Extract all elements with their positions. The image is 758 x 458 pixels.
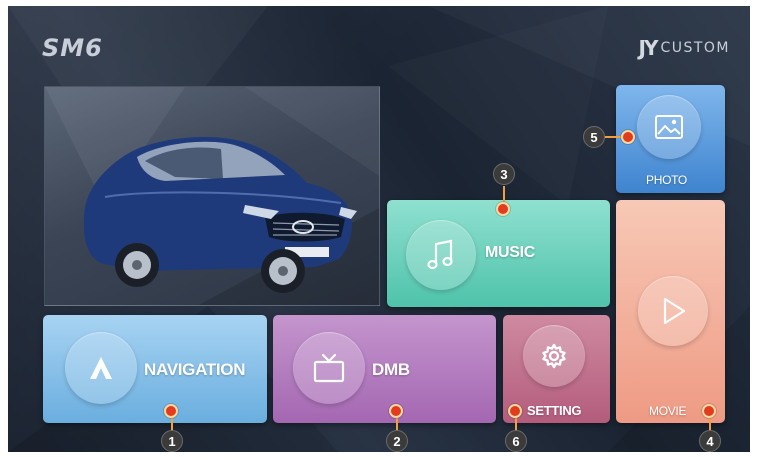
navigation-tile[interactable]: NAVIGATION <box>43 315 267 423</box>
callout-6-badge: 6 <box>505 430 527 452</box>
model-brand: SM6 <box>42 34 103 62</box>
music-tile[interactable]: MUSIC <box>387 200 610 307</box>
setting-icon-circle <box>523 325 585 387</box>
callout-6-dot <box>508 404 522 418</box>
navigation-icon-circle <box>65 332 137 404</box>
callout-3-dot <box>496 202 510 216</box>
tv-icon <box>313 353 345 383</box>
dmb-label: DMB <box>372 360 410 379</box>
car-image <box>45 87 379 305</box>
callout-5-dot <box>621 130 635 144</box>
callout-2-dot <box>389 404 403 418</box>
jy-custom-logo: JY CUSTOM <box>639 36 731 60</box>
music-label: MUSIC <box>485 244 536 261</box>
home-screen: SM6 JY CUSTOM NAVIGATION DMB SETTING MUS… <box>8 6 750 452</box>
callout-2-badge: 2 <box>386 430 408 452</box>
logo-mark: JY <box>638 36 659 60</box>
music-icon-circle <box>406 220 476 290</box>
callout-3-badge: 3 <box>493 163 515 185</box>
callout-1-dot <box>164 404 178 418</box>
movie-label: MOVIE <box>649 404 687 418</box>
photo-label: PHOTO <box>646 173 687 187</box>
callout-5-badge: 5 <box>583 126 605 148</box>
movie-icon-circle <box>638 276 708 346</box>
setting-label: SETTING <box>527 403 582 418</box>
navigation-label: NAVIGATION <box>144 360 246 379</box>
play-icon <box>663 297 686 325</box>
gear-icon <box>542 343 566 369</box>
photo-icon-circle <box>637 95 701 159</box>
navigation-arrow-icon <box>90 357 112 379</box>
callout-4-dot <box>702 404 716 418</box>
movie-tile[interactable]: MOVIE <box>616 200 725 423</box>
callout-1-badge: 1 <box>161 430 183 452</box>
car-image-panel <box>44 86 380 306</box>
image-icon <box>655 115 683 139</box>
dmb-icon-circle <box>293 332 365 404</box>
logo-text: CUSTOM <box>660 40 730 56</box>
callout-4-badge: 4 <box>699 430 721 452</box>
dmb-tile[interactable]: DMB <box>273 315 496 423</box>
music-note-icon <box>427 239 453 270</box>
